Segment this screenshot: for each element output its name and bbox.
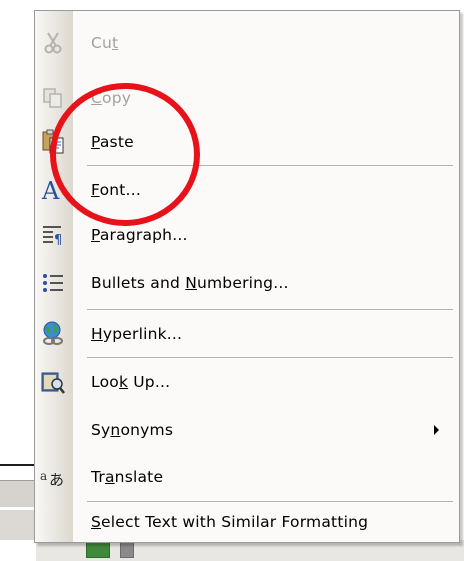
- scissors-icon: [38, 30, 68, 56]
- menu-item-translate[interactable]: a あ Translate: [35, 454, 459, 499]
- lookup-icon: [38, 369, 68, 395]
- svg-text:¶: ¶: [54, 233, 62, 246]
- menu-item-cut[interactable]: Cut: [35, 20, 459, 65]
- menu-item-label: Paragraph...: [91, 225, 188, 244]
- background-rule: [0, 464, 34, 466]
- menu-item-label: Select Text with Similar Formatting: [91, 512, 369, 531]
- menu-separator: [87, 309, 453, 310]
- menu-item-label: Look Up...: [91, 372, 171, 391]
- menu-item-label: Cut: [91, 33, 119, 52]
- background-toolbar: [0, 510, 34, 540]
- menu-item-paragraph[interactable]: ¶ Paragraph...: [35, 212, 459, 257]
- paragraph-icon: ¶: [38, 222, 68, 248]
- background-window-edge: [0, 458, 36, 561]
- background-chip: [120, 542, 134, 558]
- svg-text:A: A: [41, 177, 60, 203]
- menu-item-synonyms[interactable]: Synonyms: [35, 407, 459, 452]
- menu-item-label: Bullets and Numbering...: [91, 273, 289, 292]
- menu-item-paste[interactable]: Paste: [35, 119, 459, 164]
- submenu-arrow-icon: [434, 424, 439, 435]
- background-chip: [86, 542, 110, 558]
- menu-item-copy[interactable]: Copy: [35, 75, 459, 120]
- bullets-icon: [38, 270, 68, 296]
- menu-item-label: Paste: [91, 132, 134, 151]
- svg-text:あ: あ: [49, 471, 64, 489]
- translate-icon: a あ: [38, 464, 68, 490]
- background-toolbar: [0, 480, 34, 507]
- menu-item-label: Synonyms: [91, 420, 174, 439]
- paste-icon: [38, 129, 68, 155]
- menu-item-label: Hyperlink...: [91, 324, 183, 343]
- menu-item-label: Translate: [91, 467, 164, 486]
- copy-icon: [38, 85, 68, 111]
- menu-item-select-similar-formatting[interactable]: Select Text with Similar Formatting: [35, 499, 459, 544]
- menu-item-font[interactable]: A Font...: [35, 167, 459, 212]
- menu-item-label: Copy: [91, 88, 132, 107]
- menu-item-hyperlink[interactable]: Hyperlink...: [35, 311, 459, 356]
- context-menu: Cut Copy Paste A Font... ¶ Paragraph... …: [34, 10, 460, 543]
- hyperlink-icon: [38, 321, 68, 347]
- menu-separator: [87, 357, 453, 358]
- menu-separator: [87, 165, 453, 166]
- menu-item-look-up[interactable]: Look Up...: [35, 359, 459, 404]
- svg-text:a: a: [40, 469, 47, 483]
- font-icon: A: [38, 177, 68, 203]
- menu-item-bullets-numbering[interactable]: Bullets and Numbering...: [35, 260, 459, 305]
- menu-item-label: Font...: [91, 180, 141, 199]
